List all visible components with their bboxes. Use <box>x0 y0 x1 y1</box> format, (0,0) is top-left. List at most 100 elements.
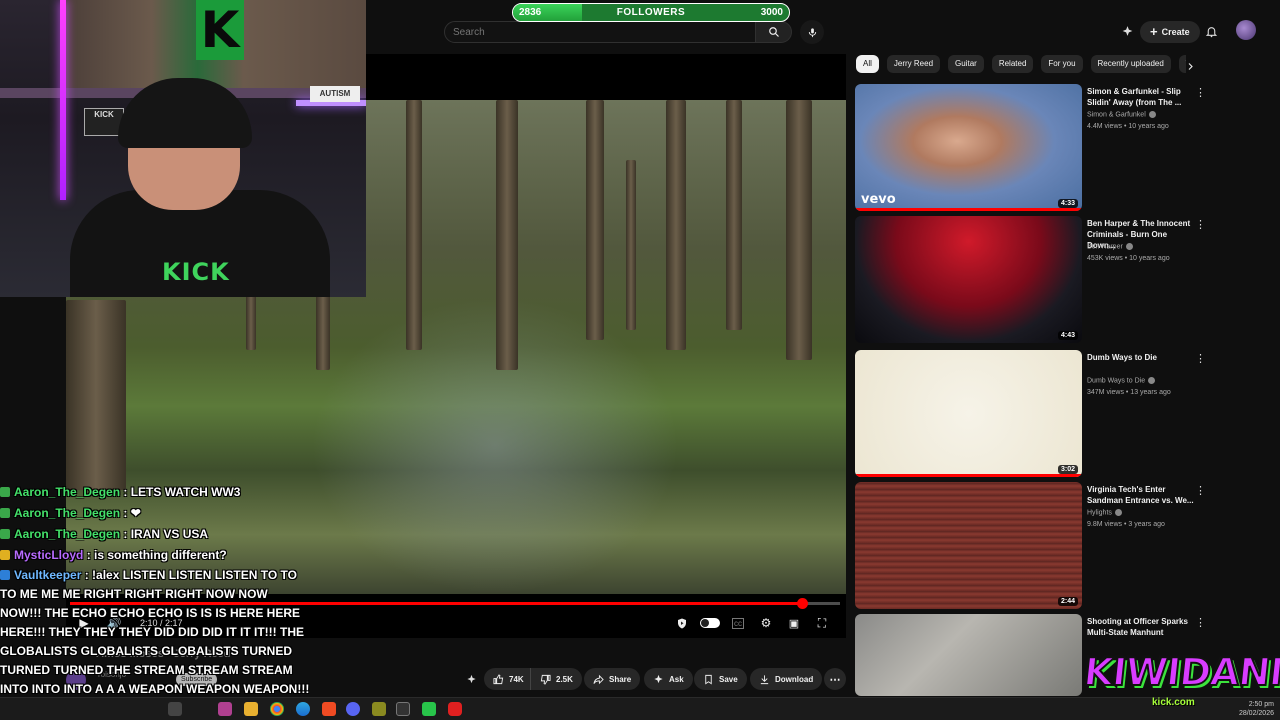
terminal-icon[interactable] <box>396 702 410 716</box>
followers-goal: 3000 <box>760 7 783 18</box>
chip-guitar[interactable]: Guitar <box>948 55 984 73</box>
video-scrubber-handle[interactable] <box>796 598 808 609</box>
edge-icon[interactable] <box>296 702 310 716</box>
taskbar-app-icon[interactable] <box>218 702 232 716</box>
kiwidania-logo-url: kick.com <box>1152 697 1195 708</box>
video-title[interactable]: Virginia Tech's Enter Sandman Entrance v… <box>1087 484 1197 506</box>
create-button[interactable]: + Create <box>1140 21 1200 43</box>
like-count: 74K <box>509 674 524 684</box>
kiwidania-logo-word: KIWIDANIA <box>1081 649 1280 695</box>
voice-search-button[interactable] <box>800 20 824 44</box>
chat-username: Vaultkeeper <box>14 568 82 582</box>
folder-icon[interactable] <box>244 702 258 716</box>
account-avatar[interactable] <box>1236 20 1256 40</box>
autoplay-toggle[interactable] <box>700 618 720 628</box>
shield-play-icon <box>678 618 686 628</box>
vevo-logo: vevo <box>861 192 896 207</box>
discord-icon[interactable] <box>346 702 360 716</box>
bookmark-button[interactable] <box>674 616 690 630</box>
like-button[interactable]: 74K <box>484 668 533 690</box>
video-thumbnail[interactable]: 3:02 <box>855 350 1082 477</box>
recommendation-item[interactable]: 3:02 Dumb Ways to Die Dumb Ways to Die 347M… <box>855 350 1206 478</box>
sparkle-action-button[interactable] <box>462 668 481 690</box>
verified-icon <box>1148 111 1156 118</box>
chat-separator: : <box>120 527 131 541</box>
recommendation-item[interactable]: 2:44 Virginia Tech's Enter Sandman Entran… <box>855 482 1206 610</box>
taskbar-app-icon[interactable] <box>372 702 386 716</box>
ask-label: Ask <box>669 674 684 684</box>
miniplayer-button[interactable]: ▣ <box>786 616 802 630</box>
more-vert-icon[interactable]: ⋮ <box>1195 352 1206 365</box>
sparkle-icon[interactable] <box>1118 22 1136 40</box>
more-vert-icon[interactable]: ⋮ <box>1195 86 1206 99</box>
taskbar-app-icon[interactable] <box>168 702 182 716</box>
chevron-right-icon <box>1188 62 1193 70</box>
thumbs-down-icon <box>540 674 551 685</box>
more-actions-button[interactable]: ⋯ <box>824 668 846 690</box>
chat-separator: : <box>120 506 131 520</box>
more-vert-icon[interactable]: ⋮ <box>1195 616 1206 629</box>
chip-recently-uploaded[interactable]: Recently uploaded <box>1090 55 1171 73</box>
chip-for-you[interactable]: For you <box>1041 55 1083 73</box>
channel-name[interactable]: Dumb Ways to Die <box>1087 377 1156 384</box>
brave-icon[interactable] <box>322 702 336 716</box>
fullscreen-button[interactable]: ⛶ <box>814 616 830 630</box>
sparkle-icon <box>654 674 663 683</box>
chat-text: ❤ <box>130 506 141 520</box>
channel-name[interactable]: Hylights <box>1087 509 1122 516</box>
save-label: Save <box>719 674 738 684</box>
notifications-bell-icon[interactable] <box>1202 22 1220 40</box>
settings-button[interactable]: ⚙ <box>758 616 774 630</box>
chat-username: Aaron_The_Degen <box>14 506 121 520</box>
chip-all[interactable]: All <box>856 55 879 73</box>
video-thumbnail[interactable] <box>855 614 1082 696</box>
more-vert-icon[interactable]: ⋮ <box>1195 218 1206 231</box>
chat-separator: : <box>81 568 93 582</box>
download-button[interactable]: Download <box>750 668 823 690</box>
video-duration: 4:43 <box>1057 331 1078 340</box>
dislike-button[interactable]: 2.5K <box>530 668 582 690</box>
more-vert-icon[interactable]: ⋮ <box>1195 484 1206 497</box>
channel-name[interactable]: Simon & Garfunkel <box>1087 111 1156 118</box>
video-thumbnail[interactable]: vevo 4:33 <box>855 84 1082 211</box>
recommendation-item[interactable]: 4:43 Ben Harper & The Innocent Criminals … <box>855 216 1206 344</box>
chat-message: MysticLloyd : is something different? <box>0 545 330 566</box>
sparkle-icon <box>467 674 476 683</box>
watched-progress <box>855 474 1082 477</box>
chat-text: is something different? <box>94 548 227 562</box>
kiwidania-logo: KIWIDANIA kick.com <box>1080 646 1280 712</box>
search-input[interactable] <box>444 21 756 43</box>
video-thumbnail[interactable]: 4:43 <box>855 216 1082 343</box>
share-button[interactable]: Share <box>584 668 641 690</box>
video-thumbnail[interactable]: 2:44 <box>855 482 1082 609</box>
kick-icon[interactable] <box>422 702 436 716</box>
create-label: Create <box>1161 27 1190 37</box>
autism-poster: AUTISM <box>310 86 360 102</box>
verified-icon <box>1125 243 1133 250</box>
chip-related[interactable]: Related <box>991 55 1034 73</box>
chips-next-button[interactable] <box>1182 58 1198 74</box>
save-button[interactable]: Save <box>694 668 747 690</box>
filter-chips: All Jerry Reed Guitar Related For you Recentl… <box>856 55 1186 75</box>
search-button[interactable] <box>756 21 792 43</box>
video-title[interactable]: Simon & Garfunkel - Slip Slidin' Away (f… <box>1087 86 1197 108</box>
followers-goal-bar: 2836 FOLLOWERS 3000 <box>512 3 790 22</box>
chat-badge-icon <box>0 529 10 539</box>
chrome-icon[interactable] <box>270 702 284 716</box>
dislike-count: 2.5K <box>556 674 573 684</box>
video-title[interactable]: Shooting at Officer Sparks Multi-State M… <box>1087 616 1197 638</box>
watched-progress <box>855 208 1082 211</box>
video-meta: 4.4M views • 10 years ago <box>1087 123 1169 130</box>
channel-name[interactable]: Ben Harper <box>1087 243 1133 250</box>
chat-username: Aaron_The_Degen <box>14 527 121 541</box>
shirt-kick-logo: KICK <box>162 258 230 286</box>
youtube-icon[interactable] <box>448 702 462 716</box>
recommendation-item[interactable]: vevo 4:33 Simon & Garfunkel - Slip Slidin'… <box>855 84 1206 212</box>
ask-button[interactable]: Ask <box>644 668 693 690</box>
chat-badge-icon <box>0 570 10 580</box>
video-title[interactable]: Dumb Ways to Die <box>1087 352 1197 363</box>
subtitles-button[interactable]: cc <box>730 616 746 630</box>
chat-separator: : <box>120 485 131 499</box>
chip-jerry-reed[interactable]: Jerry Reed <box>886 55 941 73</box>
search-icon <box>768 27 779 37</box>
